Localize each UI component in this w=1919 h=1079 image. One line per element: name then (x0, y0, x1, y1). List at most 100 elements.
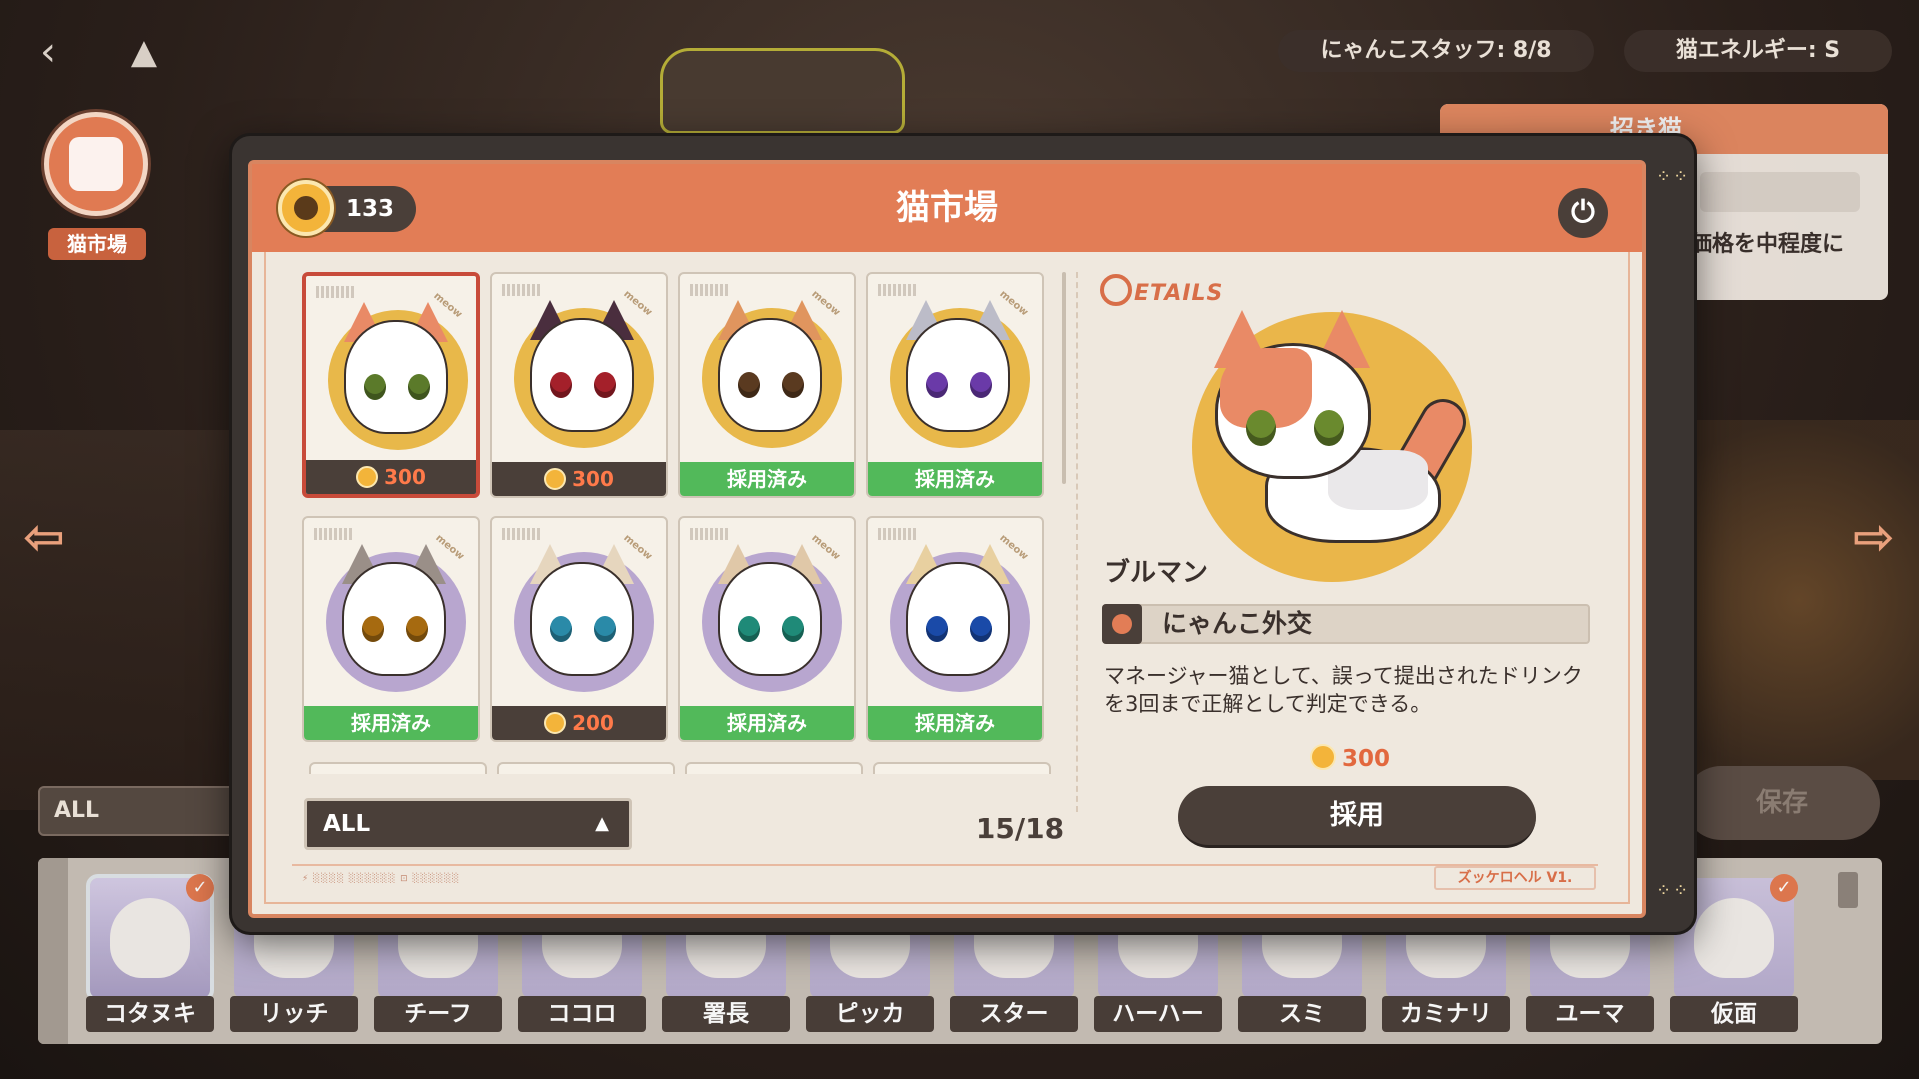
skill-description: マネージャー猫として、誤って提出されたドリンクを3回まで正解として判定できる。 (1104, 664, 1583, 716)
cat-card-art: meow (498, 524, 660, 706)
cat-card-status-text: 採用済み (727, 711, 807, 735)
grid-scrollbar[interactable] (1062, 272, 1066, 484)
cat-portrait (1208, 310, 1476, 560)
coin-icon (1310, 744, 1336, 770)
roster-cat-name: コタヌキ (86, 996, 214, 1032)
cat-card-status-text: 200 (572, 711, 614, 735)
skill-icon (1102, 604, 1142, 644)
close-power-button[interactable]: ⏻ (1558, 188, 1608, 238)
market-badge-label: 猫市場 (48, 228, 146, 260)
cat-card-art: meow (686, 524, 848, 706)
check-icon: ✓ (186, 874, 214, 902)
cat-card-status: 採用済み (680, 462, 854, 496)
footer-strip: ⚡ ░░░░ ░░░░░░ ⊡ ░░░░░░ (292, 864, 1598, 894)
roster-cat-name: カミナリ (1382, 996, 1510, 1032)
cat-card[interactable]: meow 採用済み (678, 272, 856, 498)
cat-card-status-text: 採用済み (351, 711, 431, 735)
cat-card-art: meow (686, 280, 848, 462)
next-arrow-icon[interactable]: ⇨ (1842, 512, 1906, 562)
coin-icon (278, 180, 334, 236)
cat-card-art: meow (874, 280, 1036, 462)
card-partial (873, 762, 1051, 774)
roster-cat-name: ココロ (518, 996, 646, 1032)
card-partial (685, 762, 863, 774)
cat-card-status: 採用済み (304, 706, 478, 740)
prev-arrow-icon[interactable]: ⇦ (12, 512, 76, 562)
cat-card-status: 採用済み (680, 706, 854, 740)
filter-dropdown[interactable]: ALL ▲ (304, 798, 632, 850)
roster-cat-name: ピッカ (806, 996, 934, 1032)
staff-counter: にゃんこスタッフ: 8/8 (1278, 30, 1594, 72)
footer-version: ズッケロヘル V1. (1434, 866, 1596, 890)
dropdown-arrow-icon: ▲ (595, 813, 609, 834)
adopt-price-value: 300 (1342, 746, 1391, 772)
adopt-price: 300 (1310, 744, 1390, 772)
footer-fine-print: ⚡ ░░░░ ░░░░░░ ⊡ ░░░░░░ (302, 874, 461, 884)
cat-card-status: 200 (492, 706, 666, 740)
adopt-button[interactable]: 採用 (1178, 786, 1536, 848)
coin-count: 133 (346, 196, 395, 222)
cat-card-art: meow (498, 280, 660, 462)
cat-card-status: 300 (492, 462, 666, 496)
coin-balance: 133 (278, 180, 416, 236)
roster-side-strip (38, 858, 68, 1044)
roster-cat[interactable]: ✓ コタヌキ (86, 872, 214, 1032)
dialog-header: 猫市場 133 ⏻ (252, 164, 1642, 252)
market-badge-icon[interactable] (44, 112, 148, 216)
coin-icon (544, 712, 567, 734)
filter-value: ALL (323, 811, 371, 837)
details-divider (1076, 272, 1078, 812)
coin-icon (544, 468, 567, 490)
card-partial (309, 762, 487, 774)
roster-cat-name: 署長 (662, 996, 790, 1032)
roster-cat-face: ✓ (86, 874, 214, 1002)
roster-cat-name: ハーハー (1094, 996, 1222, 1032)
decor-dots: ⁘⁘ (1656, 880, 1691, 901)
lucky-cat-text: 価格を中程度に (1690, 232, 1845, 257)
lucky-cat-input (1700, 172, 1860, 212)
energy-counter: 猫エネルギー: S (1624, 30, 1892, 72)
cat-card-status: 採用済み (868, 706, 1042, 740)
check-icon: ✓ (1770, 874, 1798, 902)
cat-card[interactable]: meow 300 (490, 272, 668, 498)
background-lamp (660, 48, 905, 134)
decor-dots: ⁘⁘ (1656, 166, 1691, 187)
details-logo-text: ETAILS (1134, 281, 1224, 306)
skill-name: にゃんこ外交 (1162, 609, 1313, 638)
details-logo-icon (1100, 274, 1132, 306)
roster-cat-name: スター (950, 996, 1078, 1032)
cat-card[interactable]: meow 200 (490, 516, 668, 742)
cat-card-status-text: 採用済み (915, 467, 995, 491)
dialog-title: 猫市場 (896, 188, 998, 228)
cat-card-status-text: 300 (572, 467, 614, 491)
cat-card[interactable]: meow 採用済み (866, 272, 1044, 498)
cat-card-status: 採用済み (868, 462, 1042, 496)
cat-card-status-text: 300 (384, 465, 426, 489)
back-arrow-icon[interactable]: ‹ (40, 30, 76, 74)
details-logo: ETAILS (1100, 274, 1223, 306)
drive-icon[interactable]: ▲ (122, 30, 166, 74)
cat-card-art: meow (310, 524, 472, 706)
cat-card-grid: meow 300 meow 300 meow 採用済み meow 採用済み meow 採用済み me… (302, 272, 1110, 782)
card-partial (497, 762, 675, 774)
roster-scroll-icon[interactable] (1838, 872, 1858, 908)
roster-cat-name: リッチ (230, 996, 358, 1032)
cat-card-status-text: 採用済み (727, 467, 807, 491)
cat-name: ブルマン (1104, 558, 1209, 588)
cat-card[interactable]: meow 300 (302, 272, 480, 498)
cat-card-art: meow (874, 524, 1036, 706)
roster-cat-name: チーフ (374, 996, 502, 1032)
roster-cat-name: 仮面 (1670, 996, 1798, 1032)
cat-card[interactable]: meow 採用済み (866, 516, 1044, 742)
coin-icon (356, 466, 379, 488)
page-count: 15/18 (975, 812, 1065, 845)
cat-card[interactable]: meow 採用済み (678, 516, 856, 742)
cat-card-status: 300 (306, 460, 476, 494)
cat-card[interactable]: meow 採用済み (302, 516, 480, 742)
background-save-button: 保存 (1684, 766, 1880, 840)
roster-cat-name: ユーマ (1526, 996, 1654, 1032)
cat-card-art: meow (312, 282, 470, 460)
roster-cat-name: スミ (1238, 996, 1366, 1032)
cat-card-status-text: 採用済み (915, 711, 995, 735)
skill-bar: にゃんこ外交 (1102, 604, 1590, 644)
